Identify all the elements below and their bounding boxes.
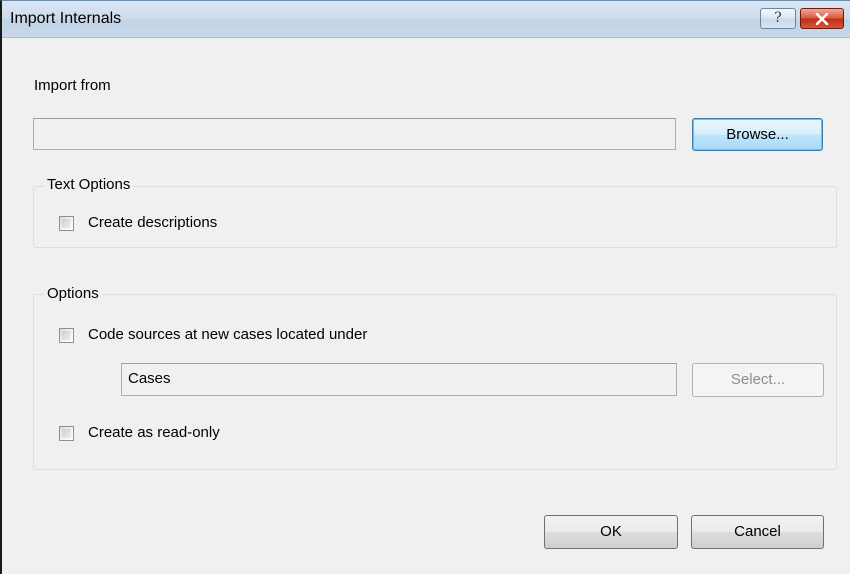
- import-from-label: Import from: [34, 77, 111, 94]
- code-sources-checkbox[interactable]: [59, 328, 74, 343]
- ok-button[interactable]: OK: [544, 515, 678, 549]
- cases-location-input[interactable]: Cases: [121, 363, 677, 396]
- cancel-button[interactable]: Cancel: [691, 515, 824, 549]
- options-legend: Options: [44, 285, 102, 302]
- title-bar[interactable]: Import Internals ?: [2, 1, 850, 38]
- import-internals-dialog: Import Internals ? Import from Browse...…: [0, 0, 850, 574]
- dialog-title: Import Internals: [10, 10, 122, 27]
- close-icon: [815, 12, 829, 26]
- help-button[interactable]: ?: [760, 8, 796, 29]
- help-icon: ?: [774, 10, 782, 26]
- close-button[interactable]: [800, 8, 844, 29]
- read-only-label[interactable]: Create as read-only: [88, 424, 220, 441]
- import-from-input[interactable]: [33, 118, 676, 150]
- text-options-legend: Text Options: [44, 176, 134, 193]
- browse-button[interactable]: Browse...: [692, 118, 823, 151]
- code-sources-label[interactable]: Code sources at new cases located under: [88, 326, 367, 343]
- create-descriptions-checkbox[interactable]: [59, 216, 74, 231]
- read-only-checkbox[interactable]: [59, 426, 74, 441]
- create-descriptions-label[interactable]: Create descriptions: [88, 214, 217, 231]
- select-button[interactable]: Select...: [692, 363, 824, 397]
